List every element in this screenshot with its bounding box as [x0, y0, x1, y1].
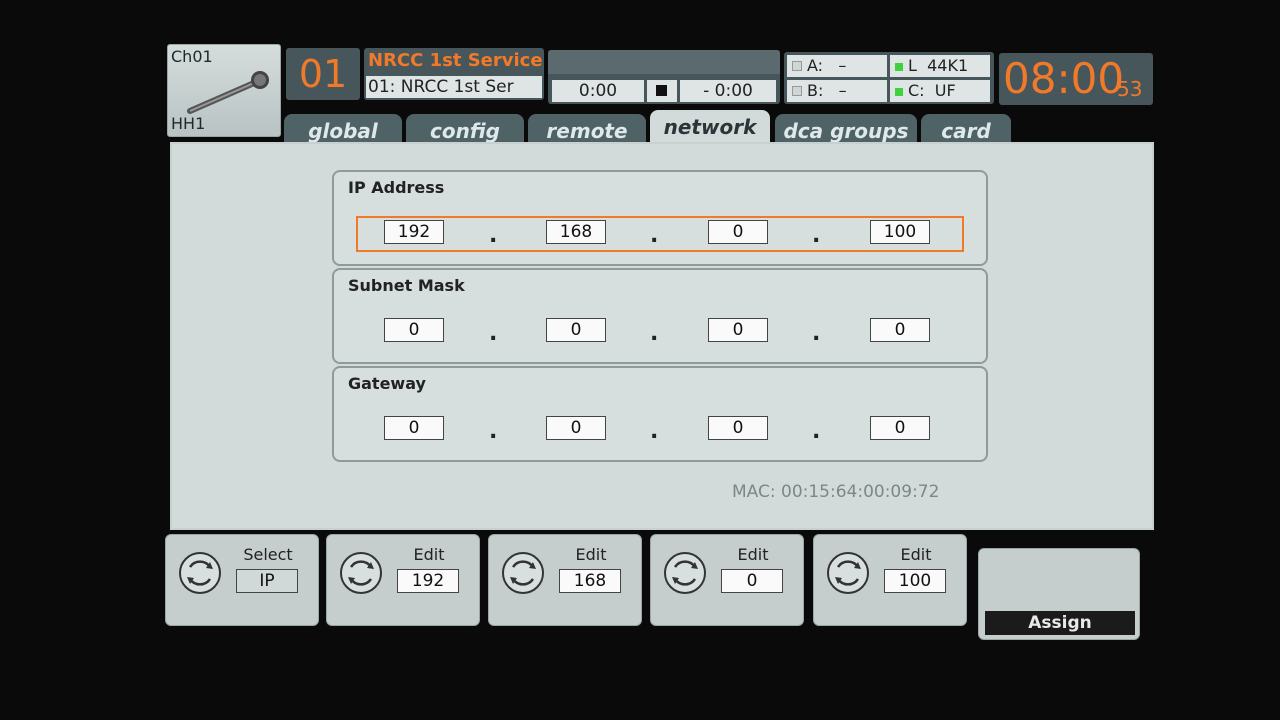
encoder-edit-1-label: Edit	[413, 545, 445, 564]
rotary-knob-icon	[502, 552, 544, 594]
scene-number: 01	[286, 48, 360, 100]
status-c-label: C:	[908, 81, 925, 100]
subnet-separator-2: .	[650, 321, 659, 346]
elapsed-time: 0:00	[552, 80, 644, 102]
rotary-knob-icon	[827, 552, 869, 594]
ip-separator-1: .	[489, 223, 498, 248]
encoder-edit-2-value: 168	[559, 569, 621, 593]
status-a-indicator	[792, 61, 802, 71]
gateway-octet-3[interactable]: 0	[708, 416, 768, 440]
status-l-value: 44K1	[927, 56, 969, 75]
remaining-time: - 0:00	[680, 80, 776, 102]
scene-name-box: NRCC 1st Service 01: NRCC 1st Ser	[364, 48, 544, 100]
ip-address-title: IP Address	[348, 178, 445, 197]
encoder-select[interactable]: Select IP	[165, 534, 319, 626]
encoder-edit-4[interactable]: Edit 100	[813, 534, 967, 626]
channel-name: HH1	[171, 114, 206, 133]
encoder-edit-2-label: Edit	[575, 545, 607, 564]
gateway-octet-2[interactable]: 0	[546, 416, 606, 440]
microphone-icon	[187, 71, 269, 114]
rotary-knob-icon	[340, 552, 382, 594]
ip-octet-4[interactable]: 100	[870, 220, 930, 244]
ip-separator-2: .	[650, 223, 659, 248]
subnet-separator-1: .	[489, 321, 498, 346]
gateway-separator-3: .	[812, 419, 821, 444]
status-c-value: UF	[934, 81, 956, 100]
ip-octet-1[interactable]: 192	[384, 220, 444, 244]
gateway-separator-2: .	[650, 419, 659, 444]
gateway-octet-1[interactable]: 0	[384, 416, 444, 440]
stop-icon[interactable]	[647, 80, 677, 102]
encoder-edit-4-label: Edit	[900, 545, 932, 564]
status-l: L 44K1	[890, 55, 990, 77]
gateway-separator-1: .	[489, 419, 498, 444]
rotary-knob-icon	[179, 552, 221, 594]
status-c-indicator	[895, 88, 903, 96]
status-l-label: L	[908, 56, 917, 75]
scene-title: NRCC 1st Service	[368, 50, 543, 71]
rotary-knob-icon	[664, 552, 706, 594]
status-b: B: –	[787, 80, 887, 102]
channel-strip[interactable]: Ch01 HH1	[167, 44, 281, 137]
encoder-select-label: Select	[243, 545, 293, 564]
assign-button[interactable]: Assign	[985, 611, 1135, 635]
subnet-mask-group: Subnet Mask 0 . 0 . 0 . 0	[332, 268, 988, 364]
encoder-edit-3-value: 0	[721, 569, 783, 593]
encoder-edit-2[interactable]: Edit 168	[488, 534, 642, 626]
gateway-octet-4[interactable]: 0	[870, 416, 930, 440]
encoder-edit-4-value: 100	[884, 569, 946, 593]
assign-panel: Assign	[978, 548, 1140, 640]
ip-separator-3: .	[812, 223, 821, 248]
encoder-select-value: IP	[236, 569, 298, 593]
status-a-label: A:	[807, 56, 824, 75]
channel-number: Ch01	[171, 47, 213, 66]
status-b-value: –	[838, 81, 847, 100]
transport-strip	[548, 50, 780, 74]
status-c: C: UF	[890, 80, 990, 102]
network-panel: IP Address 192 . 168 . 0 . 100 Subnet Ma…	[170, 142, 1154, 530]
status-display: A: – B: – L 44K1 C: UF	[784, 52, 994, 104]
encoder-edit-3-label: Edit	[737, 545, 769, 564]
ip-octet-2[interactable]: 168	[546, 220, 606, 244]
subnet-octet-3[interactable]: 0	[708, 318, 768, 342]
subnet-separator-3: .	[812, 321, 821, 346]
ip-address-group: IP Address 192 . 168 . 0 . 100	[332, 170, 988, 266]
subnet-mask-title: Subnet Mask	[348, 276, 465, 295]
status-b-label: B:	[807, 81, 824, 100]
subnet-octet-2[interactable]: 0	[546, 318, 606, 342]
mac-address: MAC: 00:15:64:00:09:72	[732, 482, 940, 502]
clock-seconds: 53	[1117, 77, 1143, 101]
transport-display: 0:00 - 0:00	[548, 50, 780, 104]
status-l-indicator	[895, 63, 903, 71]
encoder-edit-1-value: 192	[397, 569, 459, 593]
clock: 08:00 53	[999, 53, 1153, 105]
clock-time: 08:00	[1003, 54, 1125, 103]
subnet-octet-1[interactable]: 0	[384, 318, 444, 342]
gateway-title: Gateway	[348, 374, 426, 393]
gateway-group: Gateway 0 . 0 . 0 . 0	[332, 366, 988, 462]
encoder-edit-3[interactable]: Edit 0	[650, 534, 804, 626]
scene-subtitle: 01: NRCC 1st Ser	[366, 76, 542, 98]
status-b-indicator	[792, 86, 802, 96]
encoder-edit-1[interactable]: Edit 192	[326, 534, 480, 626]
status-a-value: –	[838, 56, 847, 75]
subnet-octet-4[interactable]: 0	[870, 318, 930, 342]
status-a: A: –	[787, 55, 887, 77]
ip-octet-3[interactable]: 0	[708, 220, 768, 244]
